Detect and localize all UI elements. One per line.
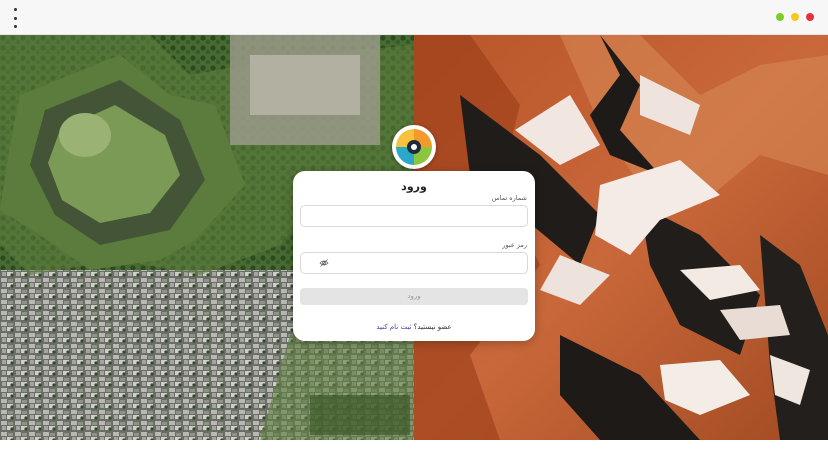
kebab-menu-icon[interactable] [9,8,21,28]
signup-prompt: عضو نیستید؟ [413,323,452,331]
login-title: ورود [401,180,427,193]
login-button[interactable]: ورود [300,288,528,305]
aperture-logo-icon [392,125,436,169]
title-bar [0,0,828,35]
password-label: رمز عبور [502,241,527,249]
password-input[interactable] [300,252,528,274]
signup-link[interactable]: ثبت نام کنید [376,323,411,331]
login-card: ورود شماره تماس رمز عبور ورود عضو نیستید… [293,171,535,341]
maximize-button[interactable] [776,13,784,21]
phone-label: شماره تماس [491,194,527,202]
signup-row: عضو نیستید؟ ثبت نام کنید [293,323,535,331]
window-controls [776,13,814,21]
eye-off-icon[interactable] [319,258,329,268]
phone-input[interactable] [300,205,528,227]
close-button[interactable] [806,13,814,21]
minimize-button[interactable] [791,13,799,21]
